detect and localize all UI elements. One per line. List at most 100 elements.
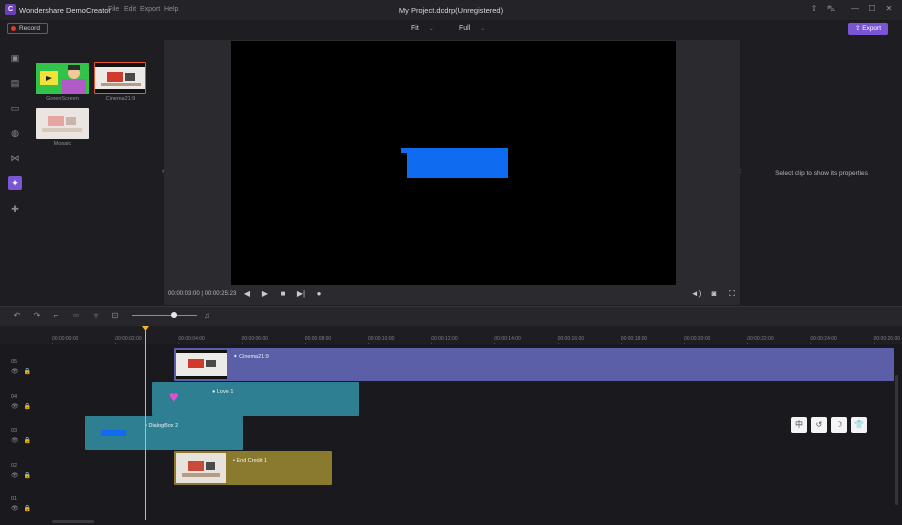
media-label: Cinema21:9: [105, 96, 136, 102]
ruler-tick-label: 00:00:16:00: [557, 336, 585, 342]
export-button[interactable]: ⇪ Export: [848, 23, 888, 35]
track-controls[interactable]: 👁🔒: [11, 505, 36, 512]
delete-icon[interactable]: ▿: [90, 311, 102, 320]
account-icon[interactable]: ⇧: [807, 3, 821, 15]
track-label: 03: [11, 428, 18, 434]
timeline-toolbar: [0, 306, 902, 326]
clip-cinema[interactable]: [174, 348, 894, 381]
dialog-box-shape[interactable]: [407, 148, 508, 178]
ruler-tick-label: 00:00:18:00: [620, 336, 648, 342]
cinema-thumb-art: [95, 63, 145, 93]
clip-label: End Credit 1: [236, 458, 268, 464]
prev-frame-icon[interactable]: ◀: [241, 289, 253, 298]
effects-icon[interactable]: ✦: [8, 176, 22, 190]
split-icon[interactable]: ▫▫: [70, 311, 82, 320]
clip-label: Love 1: [216, 389, 234, 395]
ruler-tick-label: 00:00:10:00: [368, 336, 395, 342]
sticker-shirt-icon[interactable]: 👕: [851, 417, 867, 433]
maximize-icon[interactable]: ☐: [865, 3, 879, 15]
ruler-tick-label: 00:00:24:00: [810, 336, 837, 342]
ruler-tick-label: 00:00:12:00: [431, 336, 458, 342]
zoom-slider-knob[interactable]: [171, 312, 177, 318]
clip-label: DialogBox 2: [148, 423, 179, 429]
play-icon[interactable]: ▶: [259, 289, 271, 298]
media-label: Mosaic: [53, 141, 72, 147]
media-library-icon[interactable]: ▣: [8, 51, 22, 65]
sticker-rotate-icon[interactable]: ↺: [811, 417, 827, 433]
media-thumb-mosaic[interactable]: [36, 108, 89, 139]
sticker-moon-icon[interactable]: ☽: [831, 417, 847, 433]
cinema-clip-thumb-art: [176, 350, 227, 379]
clip-label: Cinema21:9: [239, 354, 269, 360]
redo-icon[interactable]: ↷: [31, 311, 43, 320]
app-window: C Wondershare DemoCreator File Edit Expo…: [0, 0, 902, 525]
greenscreen-thumb-art: [36, 63, 89, 94]
record-dot-icon: [11, 26, 16, 31]
horizontal-scrollbar[interactable]: [52, 520, 94, 523]
vertical-scrollbar[interactable]: [895, 375, 898, 505]
track-controls[interactable]: 👁🔒: [11, 472, 36, 479]
crop-icon[interactable]: ⌐: [50, 311, 62, 320]
marker-icon[interactable]: ●: [313, 289, 325, 298]
screenshot-icon[interactable]: ◙: [708, 289, 720, 298]
track-label: 01: [11, 496, 18, 502]
fullscreen-icon[interactable]: ⛶: [726, 289, 738, 299]
track-controls[interactable]: 👁🔒: [11, 437, 36, 444]
ruler-tick-label: 00:00:14:00: [494, 336, 521, 342]
time-display: 00:00:03:00 | 00:00:25:23: [168, 291, 237, 297]
playhead[interactable]: [145, 330, 146, 520]
marker-tool-icon[interactable]: ⊡: [109, 311, 121, 320]
track-controls[interactable]: 👁🔒: [11, 403, 36, 410]
next-frame-icon[interactable]: ▶|: [295, 289, 307, 298]
ruler-tick-label: 00:00:08:00: [304, 336, 332, 342]
collapse-left-icon[interactable]: ‹: [162, 168, 164, 175]
microphone-icon[interactable]: ♫: [201, 311, 213, 320]
templates-icon[interactable]: ▤: [8, 76, 22, 90]
stop-icon[interactable]: ■: [277, 289, 289, 298]
clip-name: ● Love 1: [212, 389, 233, 395]
clip-thumbnail: [176, 453, 226, 483]
record-button[interactable]: Record: [7, 23, 48, 34]
undo-icon[interactable]: ↶: [11, 311, 23, 320]
sticker-chinese-icon[interactable]: 中: [791, 417, 807, 433]
ruler-tick-label: 00:00:06:00: [241, 336, 269, 342]
minimize-icon[interactable]: —: [848, 3, 862, 15]
volume-icon[interactable]: ◄): [690, 289, 702, 298]
ruler-tick-label: 00:00:26:00: [873, 336, 901, 342]
mosaic-thumb-art: [36, 108, 89, 139]
track-label: 02: [11, 463, 18, 469]
ruler-tick-label: 00:00:22:00: [747, 336, 774, 342]
chevron-down-icon: ⌄: [480, 26, 486, 32]
media-thumb-greenscreen[interactable]: [36, 63, 89, 94]
clip-name: ▪ End Credit 1: [233, 458, 267, 464]
chevron-down-icon: ⌄: [428, 26, 434, 32]
media-label: GreenScreen: [46, 96, 79, 102]
fit-dropdown[interactable]: Fit ⌄: [411, 23, 434, 35]
close-icon[interactable]: ✕: [882, 3, 896, 15]
ruler-tick-label: 00:00:20:00: [684, 336, 711, 342]
current-time: 00:00:03:00: [168, 291, 200, 297]
media-thumb-cinema[interactable]: [94, 62, 146, 94]
full-label: Full: [459, 25, 471, 32]
transitions-icon[interactable]: ⋈: [8, 151, 22, 165]
fit-label: Fit: [411, 25, 419, 32]
export-label: Export: [862, 25, 882, 32]
ruler-tick-label: 00:00:02:00: [115, 336, 142, 342]
properties-message: Select clip to show its properties: [775, 170, 868, 177]
cart-icon[interactable]: ⛍: [824, 3, 838, 15]
document-title: My Project.dcdrp(Unregistered): [398, 6, 504, 15]
endcredit-thumb-art: [176, 453, 226, 483]
track-controls[interactable]: 👁🔒: [11, 368, 36, 375]
clip-thumbnail: [176, 350, 227, 379]
captions-icon[interactable]: ◍: [8, 126, 22, 140]
clip-name: ✦ Cinema21:9: [233, 354, 269, 360]
zoom-slider-track[interactable]: [132, 315, 197, 316]
stickers-icon[interactable]: ✚: [8, 202, 22, 216]
annotation-icon[interactable]: ▭: [8, 101, 22, 115]
track-label: 05: [11, 359, 18, 365]
clip-love[interactable]: [152, 382, 359, 416]
full-dropdown[interactable]: Full ⌄: [459, 23, 485, 35]
ruler-tick-label: 00:00:04:00: [178, 336, 205, 342]
clip-name: ▪ DialogBox 2: [145, 423, 178, 429]
dialog-thumb-shape: [101, 430, 126, 436]
